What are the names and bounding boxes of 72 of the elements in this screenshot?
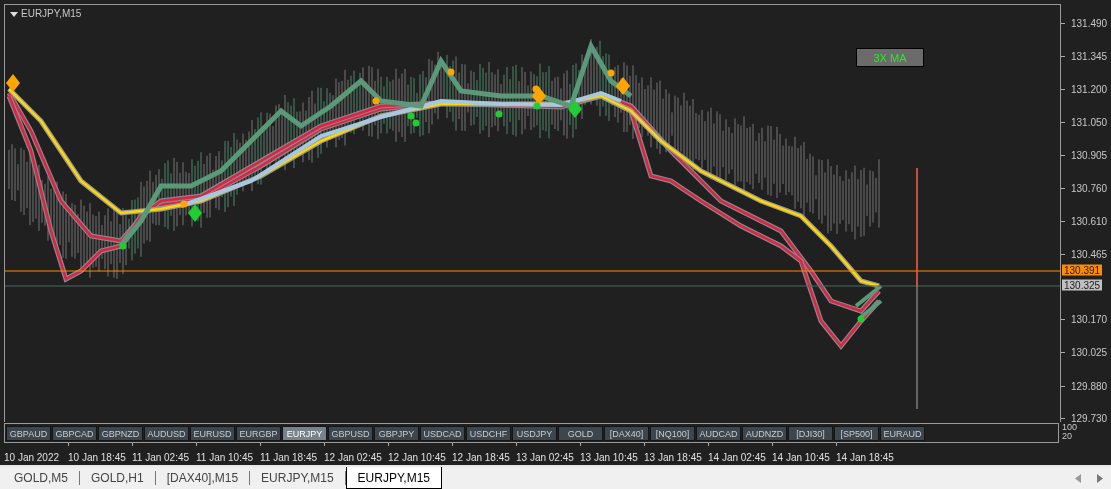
symbol-button[interactable]: [DJI30] [788,426,833,441]
symbol-button[interactable]: AUDUSD [144,426,189,441]
scale-label: 100 [1062,423,1078,432]
signal-dot [447,68,455,76]
symbol-button[interactable]: AUDCAD [696,426,741,441]
symbol-button[interactable]: AUDNZD [742,426,787,441]
time-label: 10 Jan 2022 [4,452,60,463]
scroll-left-icon[interactable] [1075,473,1081,483]
signal-dot [532,85,540,93]
signal-diamond [6,74,20,92]
symbol-button[interactable]: USDCHF [466,426,511,441]
chart-tab[interactable]: EURJPY,M15 [345,467,443,489]
trend-line [854,284,883,308]
price-label: 129.880 [1071,380,1108,392]
signal-diamond [616,77,630,95]
signal-diamond [568,100,582,118]
symbol-button[interactable]: [NQ100] [650,426,695,441]
price-label: 130.465 [1071,248,1108,260]
symbol-button[interactable]: EURGBP [236,426,281,441]
ask-price-tag: 130.325 [1062,279,1103,291]
time-label: 14 Jan 02:45 [708,452,766,463]
signal-dot [119,242,127,250]
symbol-button[interactable]: USDCAD [420,426,465,441]
symbol-button[interactable]: EURUSD [190,426,235,441]
symbol-button[interactable]: [DAX40] [604,426,649,441]
symbol-button[interactable]: EURJPY [282,426,327,441]
signal-diamond [532,87,546,105]
time-label: 12 Jan 18:45 [452,452,510,463]
price-label: 131.490 [1071,17,1108,29]
signal-dot [857,315,865,323]
time-label: 13 Jan 10:45 [580,452,638,463]
time-label: 14 Jan 18:45 [836,452,894,463]
scroll-right-icon[interactable] [1097,473,1103,483]
signal-dot [180,200,188,208]
bid-price-tag: 130.391 [1062,264,1103,276]
time-label: 12 Jan 02:45 [324,452,382,463]
symbol-button[interactable]: EURAUD [880,426,925,441]
symbol-button[interactable]: USDJPY [512,426,557,441]
signal-dot [495,110,503,118]
trend-line [859,299,883,319]
time-label: 11 Jan 10:45 [196,452,254,463]
dropdown-caret-icon[interactable] [10,12,18,17]
price-label: 131.345 [1071,50,1108,62]
symbol-button[interactable]: GBPJPY [374,426,419,441]
price-label: 130.905 [1071,149,1108,161]
price-label: 131.050 [1071,116,1108,128]
scale-label: 20 [1062,432,1073,441]
price-label: 129.730 [1071,412,1108,424]
time-label: 14 Jan 10:45 [772,452,830,463]
symbol-button[interactable]: GBPAUD [6,426,51,441]
indicator-label: 3X MA [856,48,924,67]
symbol-button[interactable]: GOLD [558,426,603,441]
symbol-button[interactable]: GBPCAD [52,426,97,441]
time-label: 11 Jan 18:45 [260,452,318,463]
chart-title: EURJPY,M15 [21,8,82,19]
price-label: 130.610 [1071,215,1108,227]
signal-diamond [188,204,202,222]
time-label: 10 Jan 18:45 [68,452,126,463]
price-label: 130.760 [1071,182,1108,194]
price-label: 130.170 [1071,313,1108,325]
time-label: 11 Jan 02:45 [132,452,190,463]
signal-dot [533,102,541,110]
price-label: 130.025 [1071,346,1108,358]
price-label: 131.200 [1071,83,1108,95]
symbol-button[interactable]: GBPNZD [98,426,143,441]
signal-dot [607,69,615,77]
symbol-button[interactable]: [SP500] [834,426,879,441]
time-label: 12 Jan 10:45 [388,452,446,463]
time-label: 13 Jan 02:45 [516,452,574,463]
signal-dot [372,97,380,105]
symbol-button[interactable]: GBPUSD [328,426,373,441]
time-label: 13 Jan 18:45 [644,452,702,463]
